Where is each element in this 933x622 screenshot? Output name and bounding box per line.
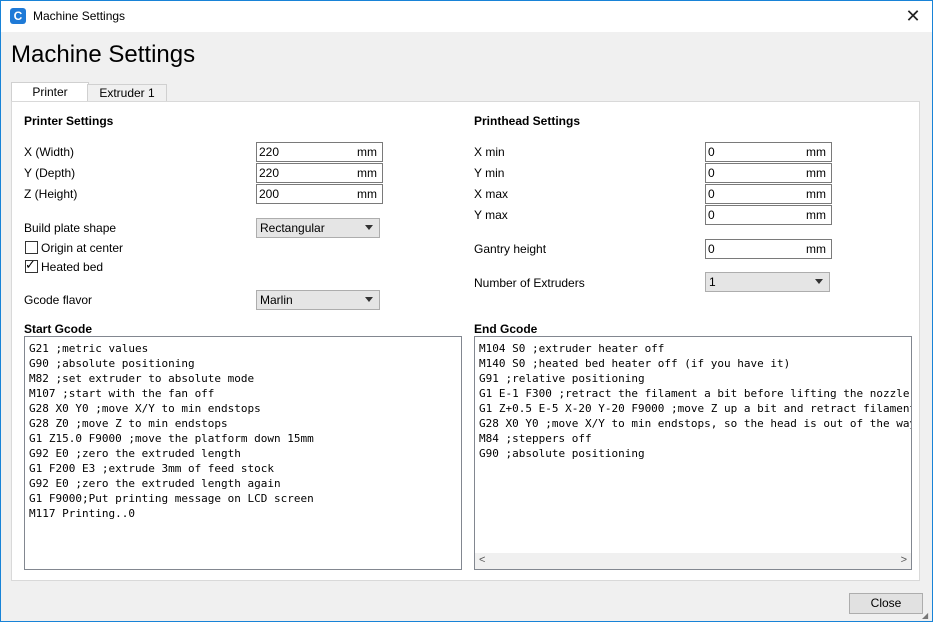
x-min-label: X min	[474, 145, 505, 159]
x-max-unit: mm	[806, 187, 826, 201]
printer-settings-heading: Printer Settings	[24, 114, 114, 128]
gantry-height-label: Gantry height	[474, 242, 547, 256]
y-max-label: Y max	[474, 208, 508, 222]
y-max-unit: mm	[806, 208, 826, 222]
z-height-label: Z (Height)	[24, 187, 78, 201]
x-max-field[interactable]: mm	[705, 184, 832, 204]
number-of-extruders-value: 1	[709, 275, 716, 289]
z-height-input[interactable]	[259, 186, 354, 202]
gantry-height-field[interactable]: mm	[705, 239, 832, 259]
z-height-unit: mm	[357, 187, 377, 201]
end-gcode-text[interactable]: M104 S0 ;extruder heater off M140 S0 ;he…	[475, 337, 911, 465]
resize-grip-icon[interactable]: ◢	[922, 611, 930, 620]
build-plate-label: Build plate shape	[24, 221, 117, 235]
y-max-input[interactable]	[708, 207, 803, 223]
x-width-unit: mm	[357, 145, 377, 159]
chevron-down-icon	[365, 297, 373, 302]
y-min-input[interactable]	[708, 165, 803, 181]
close-button[interactable]: Close	[849, 593, 923, 614]
origin-at-center-label: Origin at center	[41, 241, 124, 255]
y-min-unit: mm	[806, 166, 826, 180]
gantry-height-unit: mm	[806, 242, 826, 256]
y-max-field[interactable]: mm	[705, 205, 832, 225]
y-depth-label: Y (Depth)	[24, 166, 76, 180]
printer-tab-panel: Printer Settings X (Width) mm Y (Depth) …	[11, 101, 920, 581]
y-min-field[interactable]: mm	[705, 163, 832, 183]
window-title: Machine Settings	[33, 9, 126, 23]
scroll-right-icon[interactable]: >	[901, 554, 907, 566]
title-bar: C Machine Settings ✕	[1, 1, 932, 32]
x-width-input[interactable]	[259, 144, 354, 160]
tab-printer[interactable]: Printer	[11, 82, 89, 103]
end-gcode-editor[interactable]: M104 S0 ;extruder heater off M140 S0 ;he…	[474, 336, 912, 570]
scroll-left-icon[interactable]: <	[479, 554, 485, 566]
y-depth-unit: mm	[357, 166, 377, 180]
x-min-unit: mm	[806, 145, 826, 159]
y-min-label: Y min	[474, 166, 505, 180]
x-min-input[interactable]	[708, 144, 803, 160]
end-gcode-heading: End Gcode	[474, 322, 538, 336]
x-min-field[interactable]: mm	[705, 142, 832, 162]
x-width-field[interactable]: mm	[256, 142, 383, 162]
number-of-extruders-label: Number of Extruders	[474, 276, 585, 290]
gantry-height-input[interactable]	[708, 241, 803, 257]
build-plate-value: Rectangular	[260, 221, 325, 235]
build-plate-select[interactable]: Rectangular	[256, 218, 380, 238]
cura-logo-icon: C	[10, 8, 26, 24]
start-gcode-editor[interactable]: G21 ;metric values G90 ;absolute positio…	[24, 336, 462, 570]
x-max-label: X max	[474, 187, 509, 201]
end-gcode-horizontal-scrollbar[interactable]: < >	[475, 553, 911, 569]
start-gcode-heading: Start Gcode	[24, 322, 93, 336]
chevron-down-icon	[815, 279, 823, 284]
gcode-flavor-value: Marlin	[260, 293, 293, 307]
printhead-settings-heading: Printhead Settings	[474, 114, 581, 128]
start-gcode-text[interactable]: G21 ;metric values G90 ;absolute positio…	[25, 337, 461, 525]
machine-settings-window: C Machine Settings ✕ Machine Settings Pr…	[0, 0, 933, 622]
heated-bed-checkbox[interactable]: ✓	[25, 257, 38, 273]
gcode-flavor-select[interactable]: Marlin	[256, 290, 380, 310]
chevron-down-icon	[365, 225, 373, 230]
page-title: Machine Settings	[11, 41, 196, 68]
close-icon[interactable]: ✕	[902, 5, 924, 27]
y-depth-input[interactable]	[259, 165, 354, 181]
y-depth-field[interactable]: mm	[256, 163, 383, 183]
heated-bed-label: Heated bed	[41, 260, 104, 274]
z-height-field[interactable]: mm	[256, 184, 383, 204]
number-of-extruders-select[interactable]: 1	[705, 272, 830, 292]
checkmark-icon: ✓	[25, 257, 36, 272]
gcode-flavor-label: Gcode flavor	[24, 293, 93, 307]
x-max-input[interactable]	[708, 186, 803, 202]
origin-at-center-checkbox[interactable]	[25, 241, 38, 254]
x-width-label: X (Width)	[24, 145, 75, 159]
